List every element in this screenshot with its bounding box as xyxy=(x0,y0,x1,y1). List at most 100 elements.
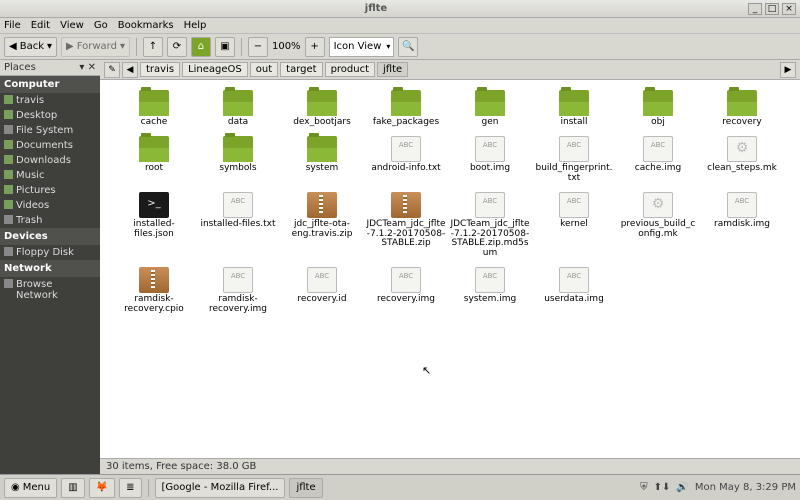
file-item[interactable]: gen xyxy=(448,88,532,130)
minimize-button[interactable]: _ xyxy=(748,3,762,15)
sidebar-item-downloads[interactable]: Downloads xyxy=(0,153,100,168)
menu-button[interactable]: ◉ Menu xyxy=(4,478,57,498)
forward-button[interactable]: ▶ Forward ▾ xyxy=(61,37,130,57)
sidebar-item-music[interactable]: Music xyxy=(0,168,100,183)
chevron-down-icon[interactable]: ▾ ✕ xyxy=(79,62,96,73)
sidebar-item-floppy[interactable]: Floppy Disk xyxy=(0,245,100,260)
file-item[interactable]: system xyxy=(280,134,364,186)
up-button[interactable]: ↑ xyxy=(143,37,163,57)
sidebar-item-trash[interactable]: Trash xyxy=(0,213,100,228)
reload-button[interactable]: ⟳ xyxy=(167,37,187,57)
launcher-1[interactable]: ▥ xyxy=(61,478,84,498)
task-firefox[interactable]: [Google - Mozilla Firef... xyxy=(155,478,286,498)
file-item[interactable]: fake_packages xyxy=(364,88,448,130)
file-item[interactable]: data xyxy=(196,88,280,130)
launcher-3[interactable]: ≣ xyxy=(119,478,141,498)
file-item[interactable]: ramdisk-recovery.img xyxy=(196,265,280,317)
path-forward-button[interactable]: ▶ xyxy=(780,62,796,78)
menu-file[interactable]: File xyxy=(4,20,21,31)
zoom-out-button[interactable]: − xyxy=(248,37,268,57)
window-title: jflte xyxy=(4,3,748,14)
zoom-in-button[interactable]: + xyxy=(305,37,325,57)
sidebar-group-network: Network xyxy=(0,260,100,277)
file-icon xyxy=(223,192,253,218)
file-item[interactable]: cache.img xyxy=(616,134,700,186)
file-item[interactable]: boot.img xyxy=(448,134,532,186)
sidebar-item-browse-network[interactable]: Browse Network xyxy=(0,277,100,303)
menu-view[interactable]: View xyxy=(60,20,84,31)
file-item[interactable]: installed-files.txt xyxy=(196,190,280,262)
file-item[interactable]: kernel xyxy=(532,190,616,262)
file-item[interactable]: JDCTeam_jdc_jflte-7.1.2-20170508-STABLE.… xyxy=(364,190,448,262)
file-label: symbols xyxy=(219,164,256,174)
crumb-target[interactable]: target xyxy=(280,62,322,77)
file-item[interactable]: system.img xyxy=(448,265,532,317)
file-item[interactable]: build_fingerprint.txt xyxy=(532,134,616,186)
sidebar-item-travis[interactable]: travis xyxy=(0,93,100,108)
sidebar-item-documents[interactable]: Documents xyxy=(0,138,100,153)
separator xyxy=(241,38,242,56)
file-item[interactable]: previous_build_config.mk xyxy=(616,190,700,262)
file-item[interactable]: JDCTeam_jdc_jflte-7.1.2-20170508-STABLE.… xyxy=(448,190,532,262)
file-icon xyxy=(139,267,169,293)
menu-go[interactable]: Go xyxy=(94,20,108,31)
sidebar-group-devices: Devices xyxy=(0,228,100,245)
crumb-jflte[interactable]: jflte xyxy=(377,62,408,77)
shield-icon[interactable]: ⛨ xyxy=(640,482,648,493)
view-mode-select[interactable]: Icon View xyxy=(329,37,395,57)
task-jflte[interactable]: jflte xyxy=(289,478,322,498)
file-label: android-info.txt xyxy=(371,164,440,174)
back-button[interactable]: ◀ Back ▾ xyxy=(4,37,57,57)
file-item[interactable]: symbols xyxy=(196,134,280,186)
launcher-2[interactable]: 🦊 xyxy=(89,478,115,498)
file-icon xyxy=(307,192,337,218)
sidebar-item-videos[interactable]: Videos xyxy=(0,198,100,213)
menubar: File Edit View Go Bookmarks Help xyxy=(0,18,800,34)
computer-button[interactable]: ▣ xyxy=(215,37,235,57)
taskbar: ◉ Menu ▥ 🦊 ≣ [Google - Mozilla Firef... … xyxy=(0,474,800,500)
file-label: boot.img xyxy=(470,164,510,174)
crumb-out[interactable]: out xyxy=(250,62,278,77)
menu-help[interactable]: Help xyxy=(184,20,207,31)
close-button[interactable]: × xyxy=(782,3,796,15)
file-item[interactable]: dex_bootjars xyxy=(280,88,364,130)
menu-bookmarks[interactable]: Bookmarks xyxy=(118,20,174,31)
file-label: ramdisk-recovery.cpio xyxy=(114,295,194,315)
file-item[interactable]: jdc_jflte-ota-eng.travis.zip xyxy=(280,190,364,262)
file-item[interactable]: obj xyxy=(616,88,700,130)
file-item[interactable]: cache xyxy=(112,88,196,130)
clock[interactable]: Mon May 8, 3:29 PM xyxy=(695,482,796,493)
file-item[interactable]: recovery.img xyxy=(364,265,448,317)
icon-area[interactable]: cachedatadex_bootjarsfake_packagesgenins… xyxy=(100,80,800,458)
file-item[interactable]: root xyxy=(112,134,196,186)
home-button[interactable]: ⌂ xyxy=(191,37,211,57)
file-item[interactable]: clean_steps.mk xyxy=(700,134,784,186)
file-item[interactable]: userdata.img xyxy=(532,265,616,317)
sidebar: Places ▾ ✕ Computer travis Desktop File … xyxy=(0,60,100,474)
maximize-button[interactable]: □ xyxy=(765,3,779,15)
file-item[interactable]: recovery.id xyxy=(280,265,364,317)
search-button[interactable]: 🔍 xyxy=(398,37,418,57)
folder-icon xyxy=(559,90,589,116)
sidebar-item-desktop[interactable]: Desktop xyxy=(0,108,100,123)
file-icon xyxy=(139,192,169,218)
network-icon[interactable]: ⬆⬇ xyxy=(654,482,671,493)
crumb-product[interactable]: product xyxy=(325,62,375,77)
file-item[interactable]: installed-files.json xyxy=(112,190,196,262)
file-item[interactable]: ramdisk.img xyxy=(700,190,784,262)
file-label: recovery.img xyxy=(377,295,435,305)
sidebar-item-filesystem[interactable]: File System xyxy=(0,123,100,138)
crumb-lineageos[interactable]: LineageOS xyxy=(182,62,248,77)
volume-icon[interactable]: 🔊 xyxy=(676,482,688,493)
crumb-travis[interactable]: travis xyxy=(140,62,180,77)
file-item[interactable]: ramdisk-recovery.cpio xyxy=(112,265,196,317)
menu-edit[interactable]: Edit xyxy=(31,20,50,31)
file-item[interactable]: recovery xyxy=(700,88,784,130)
file-item[interactable]: install xyxy=(532,88,616,130)
file-item[interactable]: android-info.txt xyxy=(364,134,448,186)
sidebar-item-pictures[interactable]: Pictures xyxy=(0,183,100,198)
path-edit-button[interactable]: ✎ xyxy=(104,62,120,78)
file-icon xyxy=(727,192,757,218)
path-back-button[interactable]: ◀ xyxy=(122,62,138,78)
file-icon xyxy=(391,267,421,293)
